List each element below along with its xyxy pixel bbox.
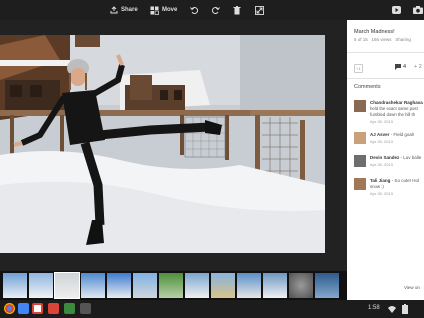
comment-text-line2: fumbled down the hill th xyxy=(370,112,416,117)
share-icon xyxy=(110,6,118,14)
filmstrip-thumb[interactable] xyxy=(237,273,261,298)
comment-date: Apr 26, 2013 xyxy=(370,119,393,124)
clock[interactable]: 1:58 xyxy=(368,305,380,311)
trash-icon xyxy=(233,5,241,14)
comment-text-line2: snow :) xyxy=(370,184,384,189)
delete-button[interactable] xyxy=(233,4,241,16)
filmstrip-thumb-current[interactable] xyxy=(54,272,80,299)
comment-text: - Luv balle xyxy=(400,155,422,160)
filmstrip-thumb[interactable] xyxy=(185,273,209,298)
photo-count: 5 of 15 xyxy=(354,37,368,42)
move-label: Move xyxy=(162,7,178,13)
filmstrip-thumb[interactable] xyxy=(3,273,27,298)
filmstrip-thumb[interactable] xyxy=(133,273,157,298)
comment-item: AJ Asver - Field goal! Apr 26, 2013 xyxy=(354,132,424,150)
avatar[interactable] xyxy=(354,155,366,167)
filmstrip-thumb[interactable] xyxy=(211,273,235,298)
comment-author[interactable]: Tali Jiang - So cute! Hol xyxy=(370,178,419,183)
avatar[interactable] xyxy=(354,132,366,144)
divider xyxy=(347,52,424,53)
photo-image xyxy=(0,35,325,253)
comment-icon xyxy=(395,64,401,70)
rotate-right-button[interactable] xyxy=(211,4,220,16)
rotate-left-icon xyxy=(190,6,199,14)
panel-toolbar xyxy=(347,0,424,20)
photo-meta: 5 of 15 156 views Sharing xyxy=(354,37,411,42)
youtube-app-icon[interactable] xyxy=(48,303,59,314)
main-photo[interactable] xyxy=(0,35,325,253)
docs-icon[interactable] xyxy=(18,303,29,314)
filmstrip-thumb[interactable] xyxy=(29,273,53,298)
photo-toolbar: Share Move xyxy=(0,0,347,20)
taskbar: 1:58 xyxy=(0,300,424,318)
share-label: Share xyxy=(121,7,138,13)
filmstrip-thumb[interactable] xyxy=(289,273,313,298)
comment-author-name[interactable]: AJ Asver xyxy=(370,132,389,137)
divider xyxy=(347,78,424,79)
gmail-icon[interactable] xyxy=(32,303,43,314)
comment-date: Apr 26, 2013 xyxy=(370,162,393,167)
filmstrip-thumb[interactable] xyxy=(81,273,105,298)
comment-date: Apr 26, 2013 xyxy=(370,139,393,144)
app-icon[interactable] xyxy=(80,303,91,314)
album-title: March Madness! xyxy=(354,29,395,35)
comment-author-name[interactable]: Tali Jiang xyxy=(370,178,390,183)
comment-author[interactable]: AJ Asver - Field goal! xyxy=(370,132,414,137)
comment-date: Apr 26, 2013 xyxy=(370,191,393,196)
comment-count-value: 4 xyxy=(403,64,407,70)
battery-icon[interactable] xyxy=(402,304,408,314)
plus-count: + 2 xyxy=(414,64,422,70)
fullscreen-button[interactable] xyxy=(255,4,264,16)
filmstrip xyxy=(0,271,347,300)
wifi-icon[interactable] xyxy=(388,305,396,313)
plus-one-button[interactable]: +1 xyxy=(354,64,363,73)
sharing-status[interactable]: Sharing xyxy=(395,37,411,42)
move-button[interactable]: Move xyxy=(150,4,177,16)
filmstrip-thumb[interactable] xyxy=(159,273,183,298)
share-button[interactable]: Share xyxy=(110,4,138,16)
rotate-right-icon xyxy=(211,6,220,14)
move-icon xyxy=(150,6,159,15)
fullscreen-icon xyxy=(255,5,264,15)
filmstrip-thumb[interactable] xyxy=(263,273,287,298)
photos-app-icon[interactable] xyxy=(64,303,75,314)
youtube-icon[interactable] xyxy=(392,6,401,14)
comment-author[interactable]: Devin Sandez - Luv balle xyxy=(370,155,421,160)
avatar[interactable] xyxy=(354,100,366,112)
comment-text: - Field goal! xyxy=(390,132,415,137)
comment-item: Chandrashekar Raghava held the exact sam… xyxy=(354,100,424,128)
comment-text: - So cute! Hol xyxy=(391,178,419,183)
comments-header: Comments xyxy=(354,84,381,90)
view-count: 156 views xyxy=(371,37,392,42)
comment-author-name[interactable]: Devin Sandez xyxy=(370,155,399,160)
comment-item: Devin Sandez - Luv balle Apr 26, 2013 xyxy=(354,155,424,173)
view-on-link[interactable]: View on xyxy=(404,285,420,290)
chrome-icon[interactable] xyxy=(4,303,15,314)
comment-author[interactable]: Chandrashekar Raghava xyxy=(370,100,423,105)
filmstrip-thumb[interactable] xyxy=(315,273,339,298)
camera-icon[interactable] xyxy=(413,6,423,14)
rotate-left-button[interactable] xyxy=(190,4,199,16)
filmstrip-thumb[interactable] xyxy=(107,273,131,298)
details-panel: March Madness! 5 of 15 156 views Sharing… xyxy=(347,0,424,300)
avatar[interactable] xyxy=(354,178,366,190)
photo-viewer xyxy=(0,20,347,271)
comment-item: Tali Jiang - So cute! Hol snow :) Apr 26… xyxy=(354,178,424,202)
comment-count: 4 xyxy=(395,64,406,70)
